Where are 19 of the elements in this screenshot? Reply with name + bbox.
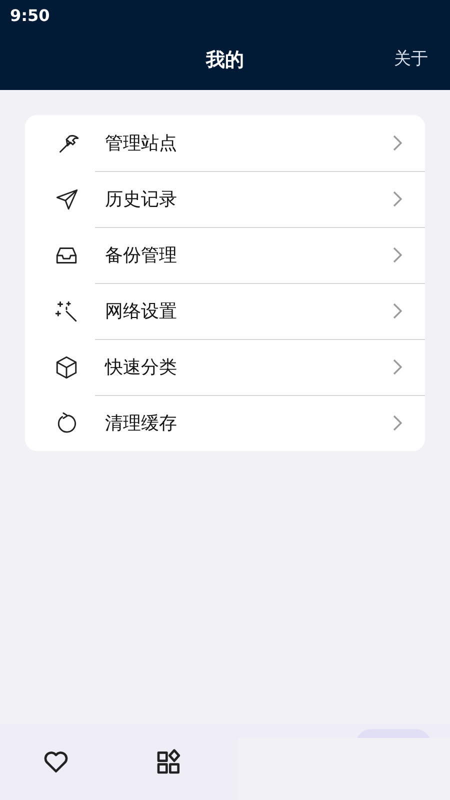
menu-item[interactable]: 管理站点: [105, 131, 391, 155]
chevron-right-icon: [391, 303, 403, 319]
cube-icon: [54, 354, 79, 380]
magic-wand-icon: [54, 298, 79, 324]
chevron-right-icon: [391, 415, 403, 431]
chevron-right-icon: [391, 359, 403, 375]
chevron-right-icon: [391, 247, 403, 263]
chevron-right-icon: [391, 191, 403, 207]
send-icon: [54, 186, 79, 212]
page-title: 我的: [206, 48, 244, 73]
menu-item[interactable]: 快速分类: [105, 355, 391, 379]
apps-icon[interactable]: [155, 748, 183, 776]
menu-item[interactable]: 历史记录: [105, 187, 391, 211]
menu-item[interactable]: 网络设置: [105, 299, 391, 323]
menu-item[interactable]: 备份管理: [105, 243, 391, 267]
status-time: 9:50: [10, 6, 50, 24]
about-button[interactable]: 关于: [394, 47, 428, 70]
menu-item[interactable]: 清理缓存: [105, 411, 391, 435]
chevron-right-icon: [391, 135, 403, 151]
